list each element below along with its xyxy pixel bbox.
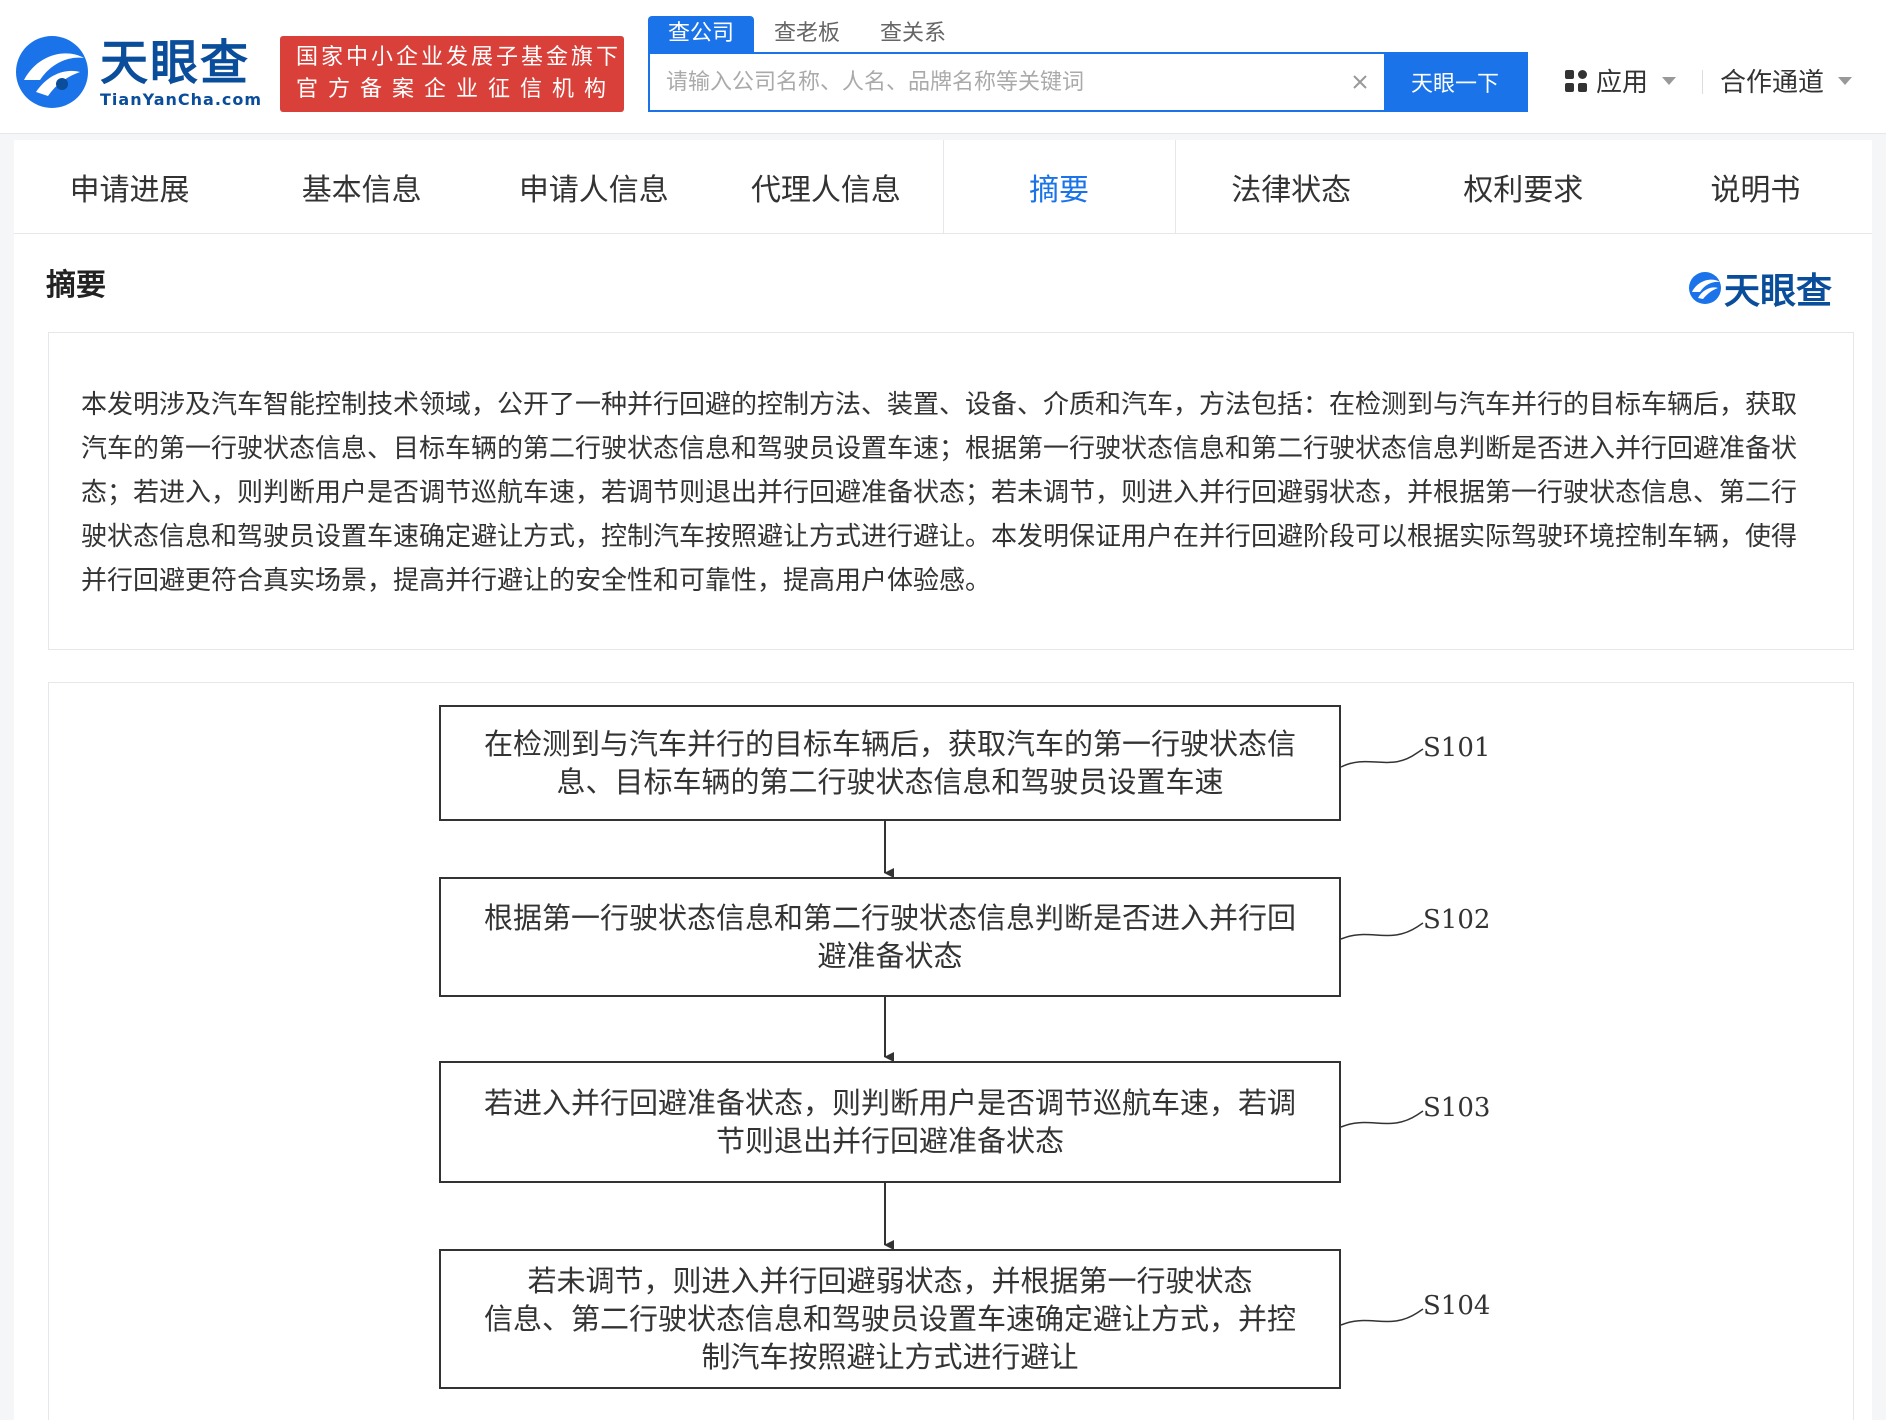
tab-applicant-info[interactable]: 申请人信息 <box>478 140 710 233</box>
tianyancha-watermark-icon <box>1688 272 1721 304</box>
logo-text: 天眼查 TianYanCha.com <box>100 36 262 109</box>
search-box: 天眼一下 <box>648 52 1528 112</box>
site-logo[interactable]: 天眼查 TianYanCha.com <box>14 32 262 112</box>
chevron-down-icon <box>1662 76 1677 85</box>
step-line: 避准备状态 <box>817 939 963 973</box>
tab-specification[interactable]: 说明书 <box>1640 140 1872 233</box>
clear-icon[interactable] <box>1336 54 1384 110</box>
watermark-logo: 天眼查 <box>1688 262 1832 314</box>
search-tab-relation[interactable]: 查关系 <box>860 16 966 52</box>
step-line: 根据第一行驶状态信息和第二行驶状态信息判断是否进入并行回 <box>483 901 1296 935</box>
patent-nav-tabs: 申请进展 基本信息 申请人信息 代理人信息 摘要 法律状态 权利要求 说明书 <box>14 140 1872 234</box>
step-line: 息、目标车辆的第二行驶状态信息和驾驶员设置车速 <box>556 765 1224 799</box>
tab-claims[interactable]: 权利要求 <box>1408 140 1640 233</box>
top-header: 天眼查 TianYanCha.com 国家中小企业发展子基金旗下 官方备案企业征… <box>0 0 1886 134</box>
tab-abstract[interactable]: 摘要 <box>942 140 1176 233</box>
step-label-s104: S104 <box>1423 1291 1491 1321</box>
tianyancha-logo-icon <box>16 36 88 108</box>
apps-menu[interactable]: 应用 <box>1564 62 1677 99</box>
step-line: 在检测到与汽车并行的目标车辆后，获取汽车的第一行驶状态信 <box>483 727 1296 761</box>
search-input[interactable] <box>650 54 1336 110</box>
step-line: 若进入并行回避准备状态，则判断用户是否调节巡航车速，若调 <box>483 1086 1296 1120</box>
step-label-s103: S103 <box>1423 1093 1491 1123</box>
step-line: 若未调节，则进入并行回避弱状态，并根据第一行驶状态 <box>527 1264 1253 1298</box>
watermark-text: 天眼查 <box>1723 271 1832 312</box>
badge-line-2: 官方备案企业征信机构 <box>296 77 617 102</box>
abstract-figure: 在检测到与汽车并行的目标车辆后，获取汽车的第一行驶状态信 息、目标车辆的第二行驶… <box>48 682 1854 1420</box>
coop-label: 合作通道 <box>1720 68 1825 98</box>
abstract-text: 本发明涉及汽车智能控制技术领域，公开了一种并行回避的控制方法、装置、设备、介质和… <box>81 390 1798 596</box>
flow-step-s102: 根据第一行驶状态信息和第二行驶状态信息判断是否进入并行回 避准备状态 <box>439 877 1341 997</box>
content-card: 摘要 天眼查 本发明涉及汽车智能控制技术领域，公开了一种并行回避的控制方法、装置… <box>14 234 1872 1420</box>
search-button[interactable]: 天眼一下 <box>1384 54 1526 110</box>
app-root: 天眼查 TianYanCha.com 国家中小企业发展子基金旗下 官方备案企业征… <box>0 0 1886 1420</box>
search-tab-company[interactable]: 查公司 <box>648 16 755 52</box>
tab-basic-info[interactable]: 基本信息 <box>246 140 478 233</box>
label-leader <box>1340 1110 1424 1128</box>
step-label-s102: S102 <box>1423 905 1491 935</box>
apps-grid-icon <box>1565 69 1587 92</box>
step-line: 制汽车按照避让方式进行避让 <box>701 1340 1079 1374</box>
header-divider <box>1702 70 1703 94</box>
abstract-box: 本发明涉及汽车智能控制技术领域，公开了一种并行回避的控制方法、装置、设备、介质和… <box>48 332 1854 650</box>
step-line: 节则退出并行回避准备状态 <box>715 1124 1064 1158</box>
flow-step-s103: 若进入并行回避准备状态，则判断用户是否调节巡航车速，若调 节则退出并行回避准备状… <box>439 1061 1341 1183</box>
section-title: 摘要 <box>46 268 106 303</box>
step-label-s101: S101 <box>1423 733 1491 763</box>
tab-legal-status[interactable]: 法律状态 <box>1176 140 1408 233</box>
chevron-down-icon <box>1838 76 1853 85</box>
cooperation-menu[interactable]: 合作通道 <box>1720 62 1853 99</box>
flow-step-s101: 在检测到与汽车并行的目标车辆后，获取汽车的第一行驶状态信 息、目标车辆的第二行驶… <box>439 705 1341 821</box>
search-type-tabs: 查公司 查老板 查关系 <box>648 16 966 52</box>
search-tab-boss[interactable]: 查老板 <box>754 16 860 52</box>
logo-cn: 天眼查 <box>100 34 251 91</box>
step-line: 信息、第二行驶状态信息和驾驶员设置车速确定避让方式，并控 <box>483 1302 1296 1336</box>
label-leader <box>1340 1308 1424 1326</box>
apps-label: 应用 <box>1596 68 1649 98</box>
certification-badge: 国家中小企业发展子基金旗下 官方备案企业征信机构 <box>280 36 624 112</box>
badge-line-1: 国家中小企业发展子基金旗下 <box>296 45 622 70</box>
tab-agent-info[interactable]: 代理人信息 <box>710 140 942 233</box>
tab-application-progress[interactable]: 申请进展 <box>14 140 246 233</box>
logo-en: TianYanCha.com <box>100 89 263 109</box>
flow-step-s104: 若未调节，则进入并行回避弱状态，并根据第一行驶状态 信息、第二行驶状态信息和驾驶… <box>439 1249 1341 1389</box>
label-leader <box>1340 748 1424 768</box>
label-leader <box>1340 922 1424 940</box>
